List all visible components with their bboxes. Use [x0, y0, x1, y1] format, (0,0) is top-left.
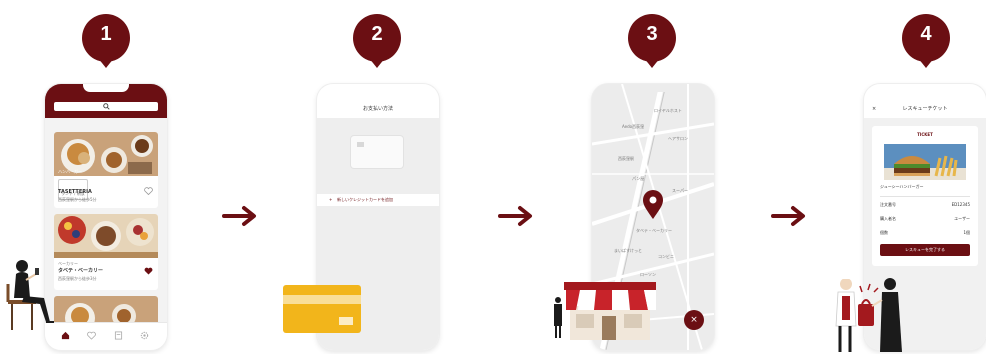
- phone-notch: [630, 84, 676, 92]
- person-using-phone-illustration: [6, 260, 54, 330]
- order-number-label: 注文番号: [880, 202, 896, 207]
- buyer-label: 購入者名: [880, 216, 896, 221]
- step-badge-3: 3: [628, 14, 676, 68]
- storefront-illustration: [554, 282, 656, 340]
- screen-title: お支払い方法: [362, 106, 393, 112]
- product-name: ジューシーハンバーガー: [880, 184, 924, 189]
- ticket-heading: TICKET: [917, 132, 933, 137]
- phone-notch: [83, 84, 129, 92]
- step-number: 2: [371, 23, 383, 45]
- phone-screen-list: ハンバーガー ランチ / 朝食 TASETTERIA 西荻窪駅から徒歩5分 ベー…: [45, 84, 167, 350]
- quantity-value: 1個: [963, 230, 970, 235]
- map-label: 西荻窪駅: [618, 156, 634, 161]
- heart-filled-icon[interactable]: [144, 267, 153, 275]
- credit-card-illustration: [283, 285, 361, 333]
- phone-notch: [902, 84, 948, 92]
- step-badge-2: 2: [353, 14, 401, 68]
- close-icon: ×: [690, 315, 698, 325]
- map-label: まいばすけっと: [614, 248, 642, 253]
- map-label: ロイヤルホスト: [654, 108, 682, 113]
- step-number: 3: [646, 23, 658, 45]
- add-card-label: 新しいクレジットカードを追加: [337, 197, 393, 202]
- map-label: スーパー: [672, 188, 688, 193]
- complete-rescue-button[interactable]: レスキューを完了する: [880, 244, 970, 256]
- buyer-value: ユーザー: [954, 216, 970, 221]
- map-label: ヘアサロン: [668, 136, 688, 141]
- store-name: TASETTERIA: [58, 189, 92, 195]
- ticket-card: TICKET ジューシーハンバーガー 注文番号 ED12345 購入者名 ユーザ…: [872, 126, 978, 266]
- settings-icon[interactable]: [140, 331, 149, 340]
- bottom-nav: [45, 322, 167, 350]
- order-number-value: ED12345: [951, 202, 970, 207]
- ticket-icon[interactable]: [114, 331, 123, 340]
- category-tag: ベーカリー: [58, 261, 78, 266]
- heart-icon[interactable]: [87, 331, 96, 340]
- arrow-right-icon: [222, 206, 256, 226]
- store-subtitle: 西荻窪駅から徒歩3分: [58, 276, 97, 281]
- map-label: コンビニ: [658, 254, 674, 259]
- arrow-right-icon: [498, 206, 532, 226]
- search-icon: [103, 103, 110, 110]
- map-label: パン屋: [632, 176, 645, 181]
- add-card-button[interactable]: + 新しいクレジットカードを追加: [317, 194, 439, 206]
- quantity-label: 個数: [880, 230, 888, 235]
- step-badge-1: 1: [82, 14, 130, 68]
- step-number: 1: [100, 23, 112, 45]
- step-badge-4: 4: [902, 14, 950, 68]
- step-number: 4: [920, 23, 932, 45]
- photo-label: ハンバーガー: [58, 169, 82, 174]
- arrow-right-icon: [771, 206, 805, 226]
- close-map-button[interactable]: ×: [684, 310, 704, 330]
- search-input[interactable]: [54, 102, 158, 111]
- plus-icon: +: [329, 197, 333, 202]
- store-card[interactable]: ハンバーガー ランチ / 朝食 TASETTERIA 西荻窪駅から徒歩5分: [54, 132, 158, 208]
- screen-title: レスキューチケット: [902, 106, 948, 112]
- credit-card-placeholder: [351, 136, 403, 168]
- store-name: タベテ・ベーカリー: [58, 268, 104, 274]
- store-photo: [54, 214, 158, 258]
- product-photo: [884, 144, 966, 180]
- heart-icon[interactable]: [144, 187, 153, 195]
- handover-illustration: [835, 276, 902, 352]
- complete-rescue-label: レスキューを完了する: [905, 247, 945, 252]
- map-label: タベテ・ベーカリー: [636, 228, 672, 233]
- store-subtitle: 西荻窪駅から徒歩5分: [58, 197, 97, 202]
- store-card[interactable]: ベーカリー タベテ・ベーカリー 西荻窪駅から徒歩3分: [54, 214, 158, 290]
- phone-notch: [355, 84, 401, 92]
- home-icon[interactable]: [61, 331, 70, 340]
- map-label: Aedo西荻窪: [622, 124, 645, 129]
- location-pin-icon[interactable]: [642, 190, 664, 220]
